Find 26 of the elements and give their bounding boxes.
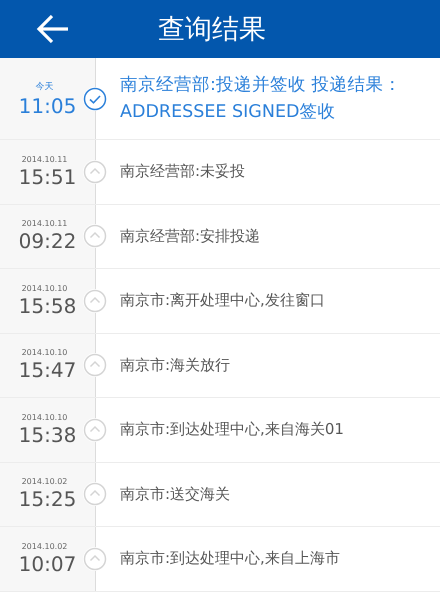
event-time: 15:58 — [18, 294, 76, 318]
event-description: 南京经营部:投递并签收 投递结果：ADDRESSEE SIGNED签收 — [119, 74, 402, 124]
event-description: 南京经营部:未妥投 — [119, 162, 246, 182]
event-time: 15:25 — [18, 487, 76, 512]
event-date: 2014.10.10 — [22, 412, 68, 422]
event-date: 2014.10.11 — [22, 154, 68, 164]
event-time: 11:05 — [18, 94, 76, 118]
event-description: 南京市:到达处理中心,来自海关01 — [119, 420, 345, 440]
event-time: 15:38 — [18, 422, 76, 447]
event-time: 15:47 — [18, 358, 76, 382]
event-date: 2014.10.10 — [22, 348, 68, 358]
event-description: 南京市:海关放行 — [119, 356, 232, 375]
event-date: 2014.10.11 — [22, 219, 68, 228]
back-arrow-icon[interactable] — [36, 14, 70, 44]
page-title: 查询结果 — [158, 13, 266, 47]
event-description: 南京市:送交海关 — [119, 484, 232, 504]
event-date: 2014.10.10 — [22, 284, 68, 293]
event-description: 南京经营部:安排投递 — [119, 226, 262, 246]
event-date: 今天 — [36, 80, 54, 92]
event-date: 2014.10.02 — [22, 542, 68, 551]
event-description: 南京市:离开处理中心,发往窗口 — [119, 291, 326, 310]
event-description: 南京市:到达处理中心,来自上海市 — [119, 549, 341, 568]
event-time: 09:22 — [18, 229, 76, 254]
event-time: 15:51 — [18, 164, 76, 189]
event-time: 10:07 — [18, 552, 76, 576]
event-date: 2014.10.02 — [22, 477, 68, 486]
